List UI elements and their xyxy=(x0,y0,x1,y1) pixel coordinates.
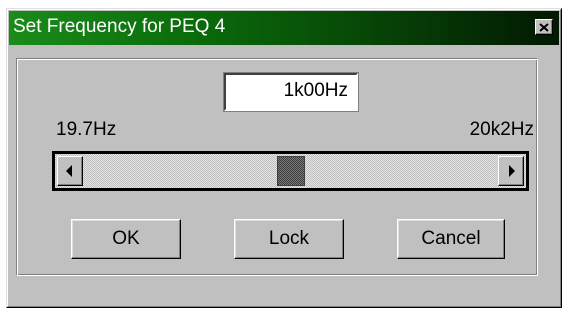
arrow-left-icon xyxy=(66,165,72,177)
ok-button[interactable]: OK xyxy=(71,219,181,259)
lock-button[interactable]: Lock xyxy=(234,219,344,259)
max-frequency-label: 20k2Hz xyxy=(469,119,534,140)
close-button[interactable] xyxy=(535,19,553,35)
min-frequency-label: 19.7Hz xyxy=(56,119,117,140)
slider-thumb[interactable] xyxy=(276,156,305,186)
arrow-right-icon xyxy=(509,165,515,177)
slider-left-button[interactable] xyxy=(57,156,83,186)
cancel-button[interactable]: Cancel xyxy=(397,219,505,259)
frequency-value-field[interactable]: 1k00Hz xyxy=(224,73,358,111)
slider-right-button[interactable] xyxy=(498,156,524,186)
window-title: Set Frequency for PEQ 4 xyxy=(13,16,226,37)
title-bar[interactable]: Set Frequency for PEQ 4 xyxy=(9,11,559,45)
frequency-slider[interactable] xyxy=(52,151,529,191)
close-icon xyxy=(539,22,549,32)
